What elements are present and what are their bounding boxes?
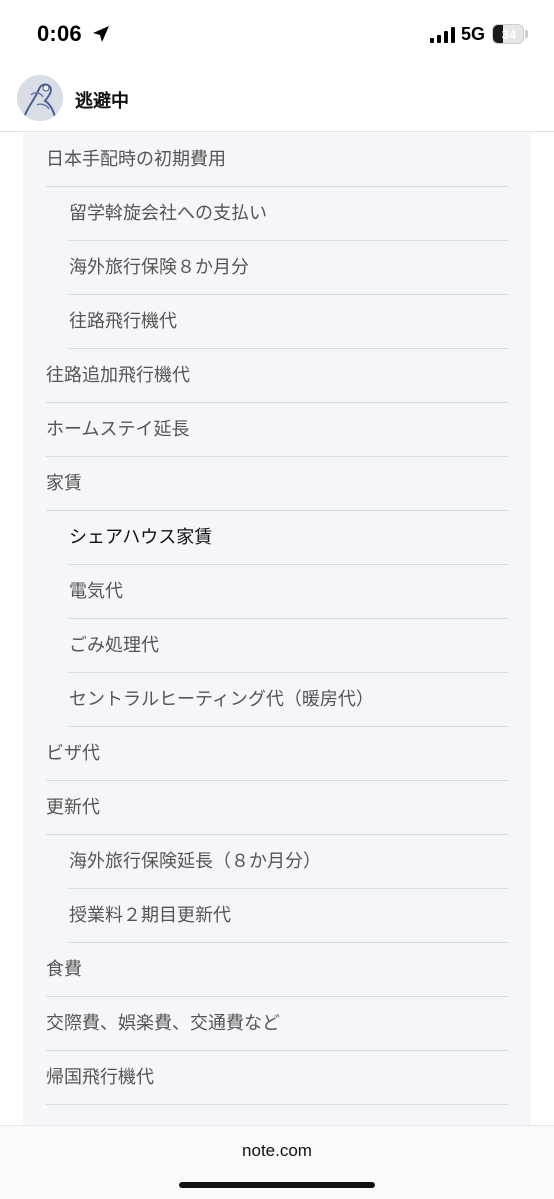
cellular-signal-icon (430, 27, 455, 43)
url-domain[interactable]: note.com (0, 1141, 554, 1161)
toc-item[interactable]: ホームステイ延長 (46, 403, 508, 457)
toc-item[interactable]: 海外旅行保険８か月分 (69, 241, 508, 295)
location-arrow-icon (93, 26, 109, 42)
battery-level: 34 (501, 27, 517, 42)
toc-item[interactable]: 家賃 (46, 457, 508, 511)
network-type: 5G (461, 24, 486, 44)
avatar-illustration (17, 75, 63, 121)
status-time: 0:06 (37, 21, 82, 46)
battery-cap (525, 30, 528, 38)
toc-item[interactable]: シェアハウス家賃 (69, 511, 508, 565)
toc-item[interactable]: 往路追加飛行機代 (46, 349, 508, 403)
toc-item[interactable]: 留学斡旋会社への支払い (69, 187, 508, 241)
toc-item[interactable]: 帰国飛行機代 (46, 1051, 508, 1105)
article-header: 逃避中 (0, 70, 554, 132)
home-indicator[interactable] (179, 1182, 375, 1188)
toc-item[interactable]: 更新代 (46, 781, 508, 835)
toc-item[interactable]: 電気代 (69, 565, 508, 619)
screen: 0:06 5G 34 逃避中 日本手配時の初期費用 留学斡旋会社への支払い 海外… (0, 0, 554, 1199)
browser-address-bar[interactable]: note.com (0, 1125, 554, 1199)
toc-item[interactable]: 授業料２期目更新代 (69, 889, 508, 943)
toc-item[interactable]: セントラルヒーティング代（暖房代） (69, 673, 508, 727)
battery-body: 34 (492, 24, 524, 44)
toc-item[interactable]: ごみ処理代 (69, 619, 508, 673)
table-of-contents: 日本手配時の初期費用 留学斡旋会社への支払い 海外旅行保険８か月分 往路飛行機代 往路追… (23, 133, 531, 1125)
toc-item[interactable]: 海外旅行保険延長（８か月分） (69, 835, 508, 889)
toc-item[interactable]: ビザ代 (46, 727, 508, 781)
toc-item[interactable]: 食費 (46, 943, 508, 997)
channel-name[interactable]: 逃避中 (75, 87, 129, 113)
toc-item[interactable]: 交際費、娯楽費、交通費など (46, 997, 508, 1051)
status-bar: 0:06 5G 34 (0, 0, 554, 70)
battery-icon: 34 (492, 24, 528, 44)
toc-item[interactable]: 日本手配時の初期費用 (46, 133, 508, 187)
toc-item[interactable]: 往路飛行機代 (69, 295, 508, 349)
avatar[interactable] (17, 75, 63, 121)
